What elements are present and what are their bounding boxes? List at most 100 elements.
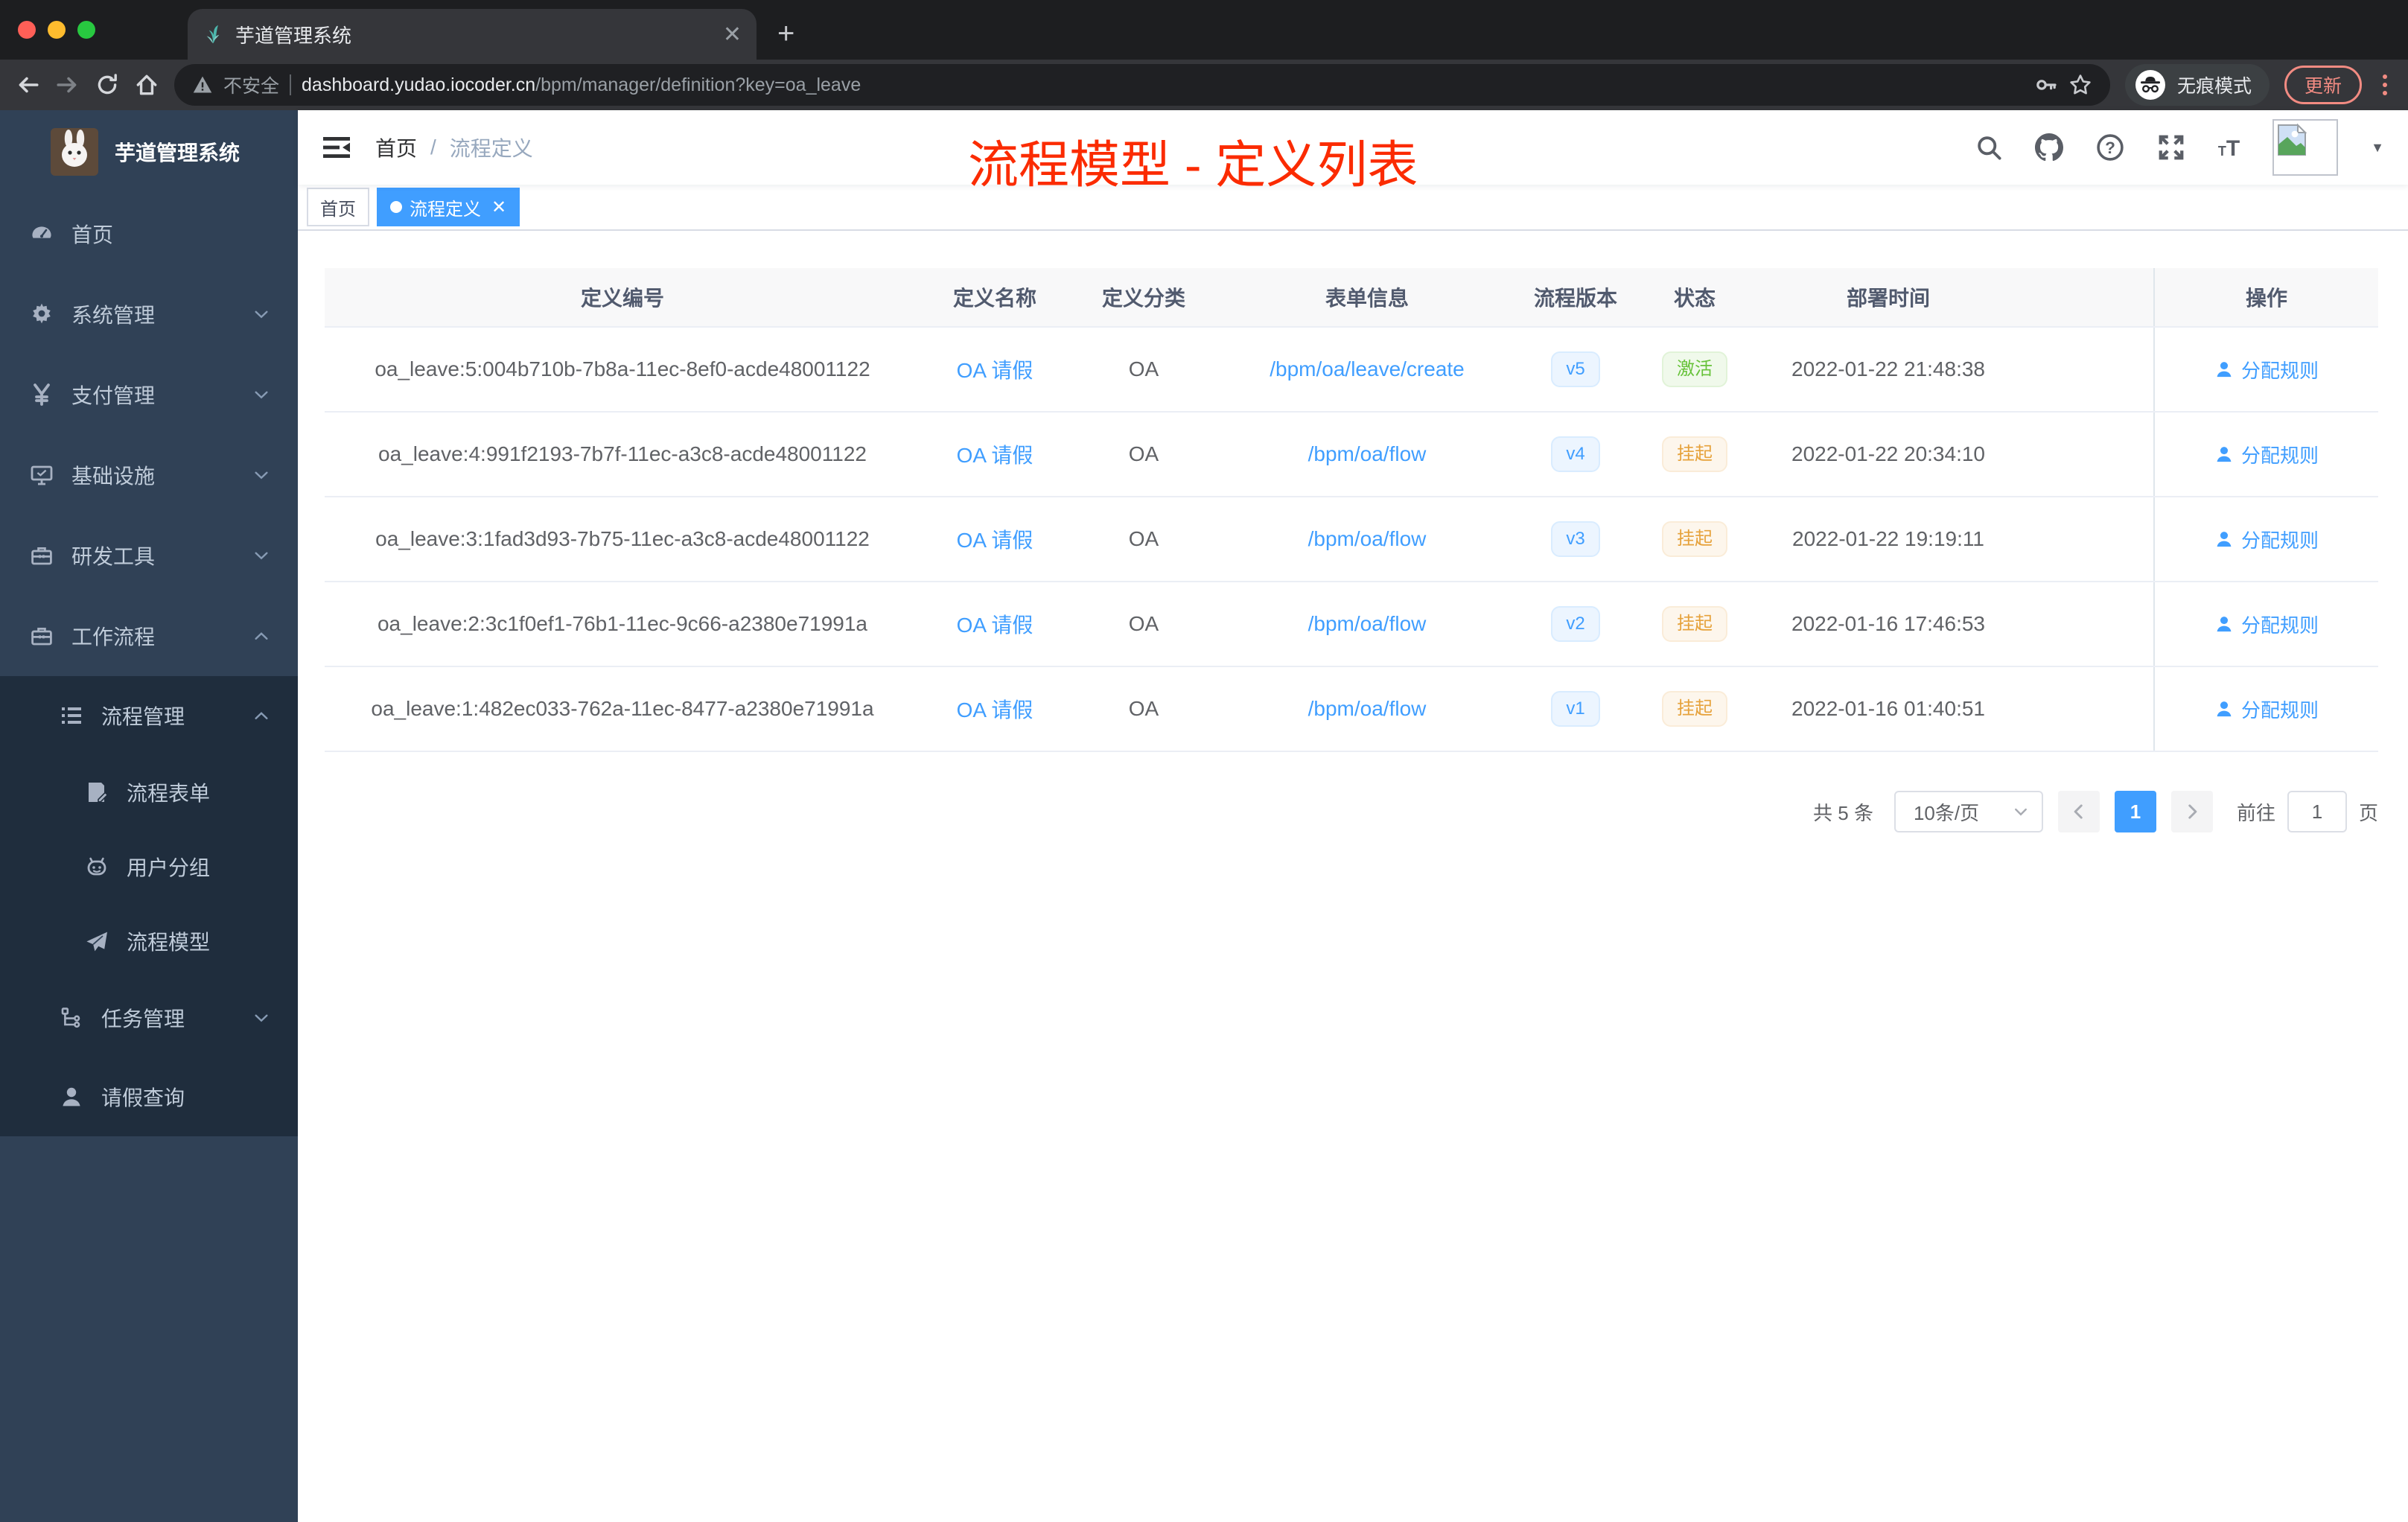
- tag-active[interactable]: 流程定义 ✕: [377, 188, 520, 226]
- cell-deploy-time: 2022-01-16 17:46:53: [1791, 612, 1985, 635]
- page-size-select[interactable]: 10条/页: [1893, 791, 2043, 832]
- sidebar-item-infra[interactable]: 基础设施: [0, 435, 298, 515]
- status-badge: 挂起: [1662, 521, 1727, 557]
- assign-rule-label: 分配规则: [2240, 444, 2319, 467]
- sidebar-item-payment[interactable]: 支付管理: [0, 354, 298, 435]
- browser-tab[interactable]: 芋道管理系统 ✕: [188, 9, 757, 60]
- search-icon[interactable]: [1975, 134, 2002, 161]
- column-header: 定义编号: [580, 287, 664, 310]
- sidebar-item-task-manage[interactable]: 任务管理: [0, 978, 298, 1057]
- logo-row[interactable]: 芋道管理系统: [0, 110, 298, 194]
- tags-bar: 首页 流程定义 ✕: [298, 185, 2408, 231]
- next-page-button[interactable]: [2170, 791, 2213, 832]
- gear-icon: [30, 302, 54, 326]
- cell-version: v3: [1516, 497, 1635, 581]
- reload-button[interactable]: [95, 73, 119, 97]
- window-zoom-button[interactable]: [77, 21, 95, 39]
- prev-page-button[interactable]: [2057, 791, 2100, 832]
- cell-form-info: /bpm/oa/flow: [1218, 582, 1516, 666]
- url-text[interactable]: dashboard.yudao.iocoder.cn/bpm/manager/d…: [302, 74, 2024, 96]
- sidebar-item-process-manage[interactable]: 流程管理: [0, 676, 298, 755]
- paper-plane-icon: [85, 929, 109, 953]
- definition-name-link[interactable]: OA 请假: [957, 524, 1033, 554]
- avatar-caret-icon[interactable]: ▼: [2371, 140, 2384, 156]
- hamburger-icon[interactable]: [322, 133, 351, 162]
- sidebar-item-system[interactable]: 系统管理: [0, 274, 298, 354]
- goto-input[interactable]: [2287, 791, 2347, 832]
- definition-name-link[interactable]: OA 请假: [957, 354, 1033, 384]
- font-size-icon[interactable]: TT: [2218, 134, 2240, 162]
- assign-rule-label: 分配规则: [2240, 614, 2319, 637]
- cell-version: v1: [1516, 667, 1635, 751]
- key-icon[interactable]: [2034, 73, 2058, 97]
- tag-close-icon[interactable]: ✕: [491, 197, 506, 218]
- sidebar-item-label: 系统管理: [71, 304, 156, 327]
- security-label[interactable]: 不安全: [223, 71, 279, 98]
- status-badge: 挂起: [1662, 606, 1727, 642]
- form-link[interactable]: /bpm/oa/flow: [1308, 527, 1427, 551]
- sidebar-item-devtools[interactable]: 研发工具: [0, 515, 298, 596]
- update-button[interactable]: 更新: [2284, 66, 2362, 104]
- dashboard-icon: [30, 222, 54, 246]
- row-spacer: [2022, 667, 2153, 751]
- user-icon: [2214, 614, 2234, 634]
- sidebar-item-user-group[interactable]: 用户分组: [0, 830, 298, 904]
- cell-version: v5: [1516, 328, 1635, 411]
- star-icon[interactable]: [2068, 73, 2092, 97]
- sidebar-item-workflow[interactable]: 工作流程: [0, 596, 298, 676]
- chevron-down-icon: [252, 465, 271, 485]
- address-bar[interactable]: 不安全 dashboard.yudao.iocoder.cn/bpm/manag…: [174, 64, 2110, 106]
- window-close-button[interactable]: [18, 21, 36, 39]
- cell-form-info: /bpm/oa/leave/create: [1218, 328, 1516, 411]
- incognito-icon: [2134, 69, 2167, 101]
- sidebar-item-label: 首页: [71, 223, 114, 246]
- cell-definition-name: OA 请假: [920, 582, 1069, 666]
- app-root: 芋道管理系统 首页系统管理支付管理 基础设施 研发工具 工作流程 流程管理 流程表单 用户分…: [0, 110, 2408, 1522]
- table-header-row: 定义编号 定义名称 定义分类 表单信息 流程版本 状态 部署时间 操作: [325, 268, 2378, 328]
- forward-button[interactable]: [55, 72, 80, 98]
- page-number-1[interactable]: 1: [2114, 791, 2156, 832]
- cell-definition-name: OA 请假: [920, 413, 1069, 496]
- assign-rule-link[interactable]: 分配规则: [2214, 356, 2319, 383]
- user-icon: [60, 1085, 83, 1109]
- form-link[interactable]: /bpm/oa/leave/create: [1270, 357, 1465, 381]
- help-icon[interactable]: ?: [2096, 133, 2124, 162]
- form-link[interactable]: /bpm/oa/flow: [1308, 697, 1427, 721]
- assign-rule-link[interactable]: 分配规则: [2214, 526, 2319, 553]
- browser-menu-icon[interactable]: [2377, 74, 2393, 95]
- avatar[interactable]: [2272, 119, 2339, 176]
- browser-titlebar: 芋道管理系统 ✕ +: [0, 0, 2408, 60]
- form-link[interactable]: /bpm/oa/flow: [1308, 612, 1427, 636]
- tag-item[interactable]: 首页: [307, 188, 369, 226]
- sidebar-item-process-model[interactable]: 流程模型: [0, 904, 298, 978]
- warning-icon: [192, 74, 213, 95]
- breadcrumb-home[interactable]: 首页: [375, 133, 417, 162]
- row-spacer: [2022, 582, 2153, 666]
- assign-rule-link[interactable]: 分配规则: [2214, 441, 2319, 468]
- version-badge: v5: [1551, 351, 1600, 387]
- cell-form-info: /bpm/oa/flow: [1218, 667, 1516, 751]
- home-button[interactable]: [134, 72, 159, 98]
- table-row: oa_leave:4:991f2193-7b7f-11ec-a3c8-acde4…: [325, 413, 2378, 497]
- sidebar-item-home[interactable]: 首页: [0, 194, 298, 274]
- definition-name-link[interactable]: OA 请假: [957, 694, 1033, 724]
- new-tab-button[interactable]: +: [777, 17, 794, 51]
- sidebar-item-leave-query[interactable]: 请假查询: [0, 1057, 298, 1136]
- user-icon: [2214, 360, 2234, 379]
- form-link[interactable]: /bpm/oa/flow: [1308, 442, 1427, 466]
- sidebar-item-process-form[interactable]: 流程表单: [0, 755, 298, 830]
- definition-name-link[interactable]: OA 请假: [957, 609, 1033, 639]
- yen-icon: [30, 383, 54, 407]
- back-button[interactable]: [15, 72, 40, 98]
- cell-deploy-time: 2022-01-16 01:40:51: [1791, 697, 1985, 720]
- sidebar-item-label: 任务管理: [101, 1007, 185, 1031]
- header-spacer: [2022, 268, 2153, 326]
- process-definition-table: 定义编号 定义名称 定义分类 表单信息 流程版本 状态 部署时间 操作 oa_leave:5:0…: [325, 268, 2378, 752]
- github-icon[interactable]: [2034, 133, 2063, 162]
- assign-rule-link[interactable]: 分配规则: [2214, 695, 2319, 723]
- tab-close-icon[interactable]: ✕: [723, 22, 742, 48]
- window-minimize-button[interactable]: [48, 21, 66, 39]
- definition-name-link[interactable]: OA 请假: [957, 439, 1033, 469]
- assign-rule-link[interactable]: 分配规则: [2214, 611, 2319, 638]
- fullscreen-icon[interactable]: [2157, 133, 2185, 162]
